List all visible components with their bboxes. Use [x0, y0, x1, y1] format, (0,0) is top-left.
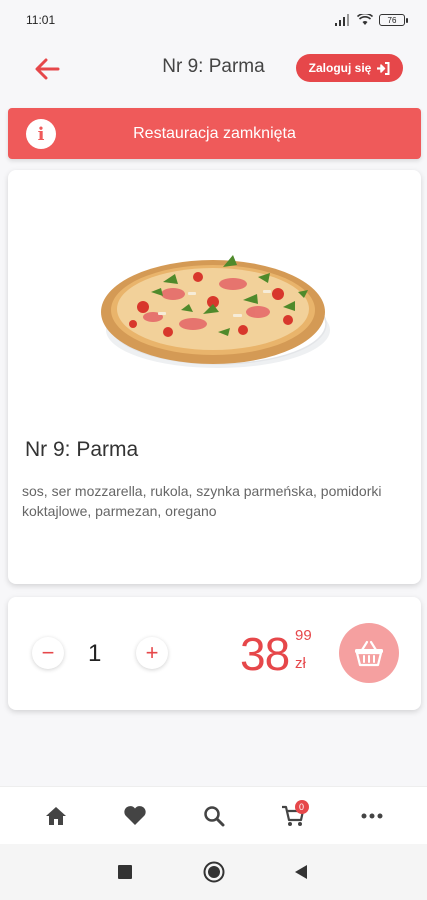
login-button[interactable]: Zaloguj się	[296, 54, 403, 82]
back-system-button[interactable]	[289, 860, 313, 884]
battery-icon: 76	[379, 14, 408, 26]
status-icons: 76	[335, 14, 408, 26]
nav-home[interactable]	[31, 796, 81, 836]
login-label: Zaloguj się	[308, 61, 372, 75]
status-bar: 11:01 76	[0, 0, 427, 40]
basket-icon	[355, 640, 383, 667]
app-header: Nr 9: Parma Zaloguj się	[0, 44, 427, 92]
product-description: sos, ser mozzarella, rukola, szynka parm…	[22, 483, 382, 519]
quantity-decrease-button[interactable]: −	[32, 637, 64, 669]
restaurant-closed-banner: i Restauracja zamknięta	[8, 108, 421, 159]
price-cents: 99	[295, 627, 312, 644]
nav-cart[interactable]: 0	[268, 796, 318, 836]
nav-more[interactable]	[347, 796, 397, 836]
closed-banner-text: Restauracja zamknięta	[133, 124, 296, 142]
minus-icon: −	[41, 640, 55, 665]
more-icon	[361, 813, 382, 818]
back-button[interactable]	[30, 52, 64, 86]
search-icon	[203, 805, 224, 826]
price-main: 38	[240, 628, 290, 680]
recents-button[interactable]	[113, 860, 137, 884]
signal-icon	[335, 14, 349, 26]
circle-home-icon	[203, 861, 225, 883]
wifi-icon	[357, 14, 373, 25]
home-icon	[45, 806, 66, 825]
battery-level: 76	[387, 15, 397, 25]
add-to-basket-button[interactable]	[339, 623, 399, 683]
cart-badge: 0	[294, 799, 309, 814]
status-time: 11:01	[26, 13, 56, 27]
triangle-back-icon	[295, 865, 307, 879]
bottom-navigation: 0	[0, 786, 427, 844]
system-navigation-bar	[0, 844, 427, 900]
nav-favorites[interactable]	[110, 796, 160, 836]
pizza-image	[101, 255, 330, 368]
product-card: Nr 9: Parma sos, ser mozzarella, rukola,…	[8, 170, 421, 584]
heart-icon	[123, 806, 146, 825]
quantity-value: 1	[88, 640, 102, 667]
sign-in-icon	[377, 61, 390, 75]
order-card: − 1 + 38 99 zł	[8, 597, 421, 710]
home-system-button[interactable]	[202, 860, 226, 884]
plus-icon: +	[145, 640, 159, 665]
square-icon	[118, 865, 132, 879]
nav-search[interactable]	[189, 796, 239, 836]
arrow-left-icon	[35, 58, 60, 80]
price-currency: zł	[295, 655, 306, 672]
quantity-increase-button[interactable]: +	[136, 637, 168, 669]
product-name: Nr 9: Parma	[25, 438, 139, 461]
